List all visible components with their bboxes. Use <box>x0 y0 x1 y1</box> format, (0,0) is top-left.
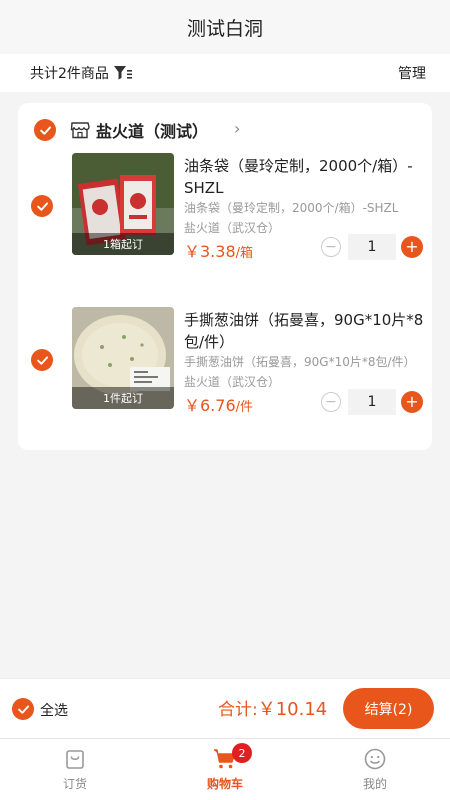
product-image[interactable]: 1箱起订 <box>72 153 174 255</box>
tab-order[interactable]: 订货 <box>0 739 150 800</box>
smile-icon <box>364 748 386 770</box>
tab-label: 我的 <box>362 777 387 791</box>
check-icon <box>17 704 29 714</box>
total-amount: ￥10.14 <box>257 699 328 720</box>
item-count[interactable]: 共计2件商品 <box>30 63 133 83</box>
tab-cart[interactable]: 购物车 2 <box>150 739 300 800</box>
select-all-label[interactable]: 全选 <box>40 700 68 720</box>
min-order-label: 1件起订 <box>72 387 174 409</box>
decrease-button[interactable]: − <box>321 392 341 412</box>
product-name[interactable]: 油条袋（曼玲定制，2000个/箱）-SHZL <box>184 155 424 199</box>
shop-card: 盐火道（测试） › 1箱起订 油条袋（曼玲定制，2000个/箱）-SHZL 油条… <box>18 103 432 450</box>
price-unit: /件 <box>235 400 254 415</box>
cart-item: 1件起订 手撕葱油饼（拓曼喜，90G*10片*8包/件） 手撕葱油饼（拓曼喜，9… <box>18 307 432 417</box>
cart-item: 1箱起订 油条袋（曼玲定制，2000个/箱）-SHZL 油条袋（曼玲定制，200… <box>18 153 432 263</box>
item-count-label: 共计2件商品 <box>30 66 109 82</box>
quantity-stepper: − 1 + <box>321 389 431 415</box>
product-price: ￥3.38/箱 <box>184 238 253 262</box>
quantity-input[interactable]: 1 <box>348 234 396 260</box>
shopping-bag-icon <box>66 750 84 769</box>
shop-name[interactable]: 盐火道（测试） <box>96 118 208 142</box>
quantity-input[interactable]: 1 <box>348 389 396 415</box>
check-icon <box>36 355 48 365</box>
increase-button[interactable]: + <box>401 391 423 413</box>
checkout-bar: 全选 合计:￥10.14 结算(2) <box>0 678 450 738</box>
cart-badge: 2 <box>232 743 252 763</box>
check-icon <box>36 201 48 211</box>
item-checkbox[interactable] <box>31 195 53 217</box>
store-icon <box>70 122 90 139</box>
product-warehouse: 盐火道（武汉仓） <box>184 221 281 235</box>
shop-checkbox[interactable] <box>34 119 56 141</box>
check-icon <box>39 125 51 135</box>
product-spec: 手撕葱油饼（拓曼喜，90G*10片*8包/件） <box>184 355 416 369</box>
title-bar: 测试白洞 <box>0 0 450 54</box>
min-order-label: 1箱起订 <box>72 233 174 255</box>
bottom-tab-bar: 订货 购物车 2 我的 <box>0 738 450 800</box>
product-price: ￥6.76/件 <box>184 392 253 416</box>
shop-header: 盐火道（测试） › <box>18 115 432 145</box>
cart-summary-bar: 共计2件商品 管理 <box>0 54 450 92</box>
chevron-right-icon[interactable]: › <box>234 119 240 138</box>
product-warehouse: 盐火道（武汉仓） <box>184 375 281 389</box>
tab-label: 订货 <box>62 777 87 791</box>
item-checkbox[interactable] <box>31 349 53 371</box>
total-label: 合计: <box>218 700 258 720</box>
price-value: ￥3.38 <box>184 242 236 261</box>
tab-label: 购物车 <box>206 777 243 791</box>
increase-button[interactable]: + <box>401 236 423 258</box>
price-value: ￥6.76 <box>184 396 236 415</box>
page-title: 测试白洞 <box>186 17 263 40</box>
price-unit: /箱 <box>235 246 254 261</box>
tab-profile[interactable]: 我的 <box>300 739 450 800</box>
decrease-button[interactable]: − <box>321 237 341 257</box>
select-all-checkbox[interactable] <box>12 698 34 720</box>
product-spec: 油条袋（曼玲定制，2000个/箱）-SHZL <box>184 201 399 215</box>
checkout-button[interactable]: 结算(2) <box>343 688 434 729</box>
filter-icon[interactable] <box>113 65 133 81</box>
manage-button[interactable]: 管理 <box>398 63 426 83</box>
product-name[interactable]: 手撕葱油饼（拓曼喜，90G*10片*8包/件） <box>184 309 424 353</box>
quantity-stepper: − 1 + <box>321 234 431 260</box>
product-image[interactable]: 1件起订 <box>72 307 174 409</box>
total-price: 合计:￥10.14 <box>218 695 327 721</box>
